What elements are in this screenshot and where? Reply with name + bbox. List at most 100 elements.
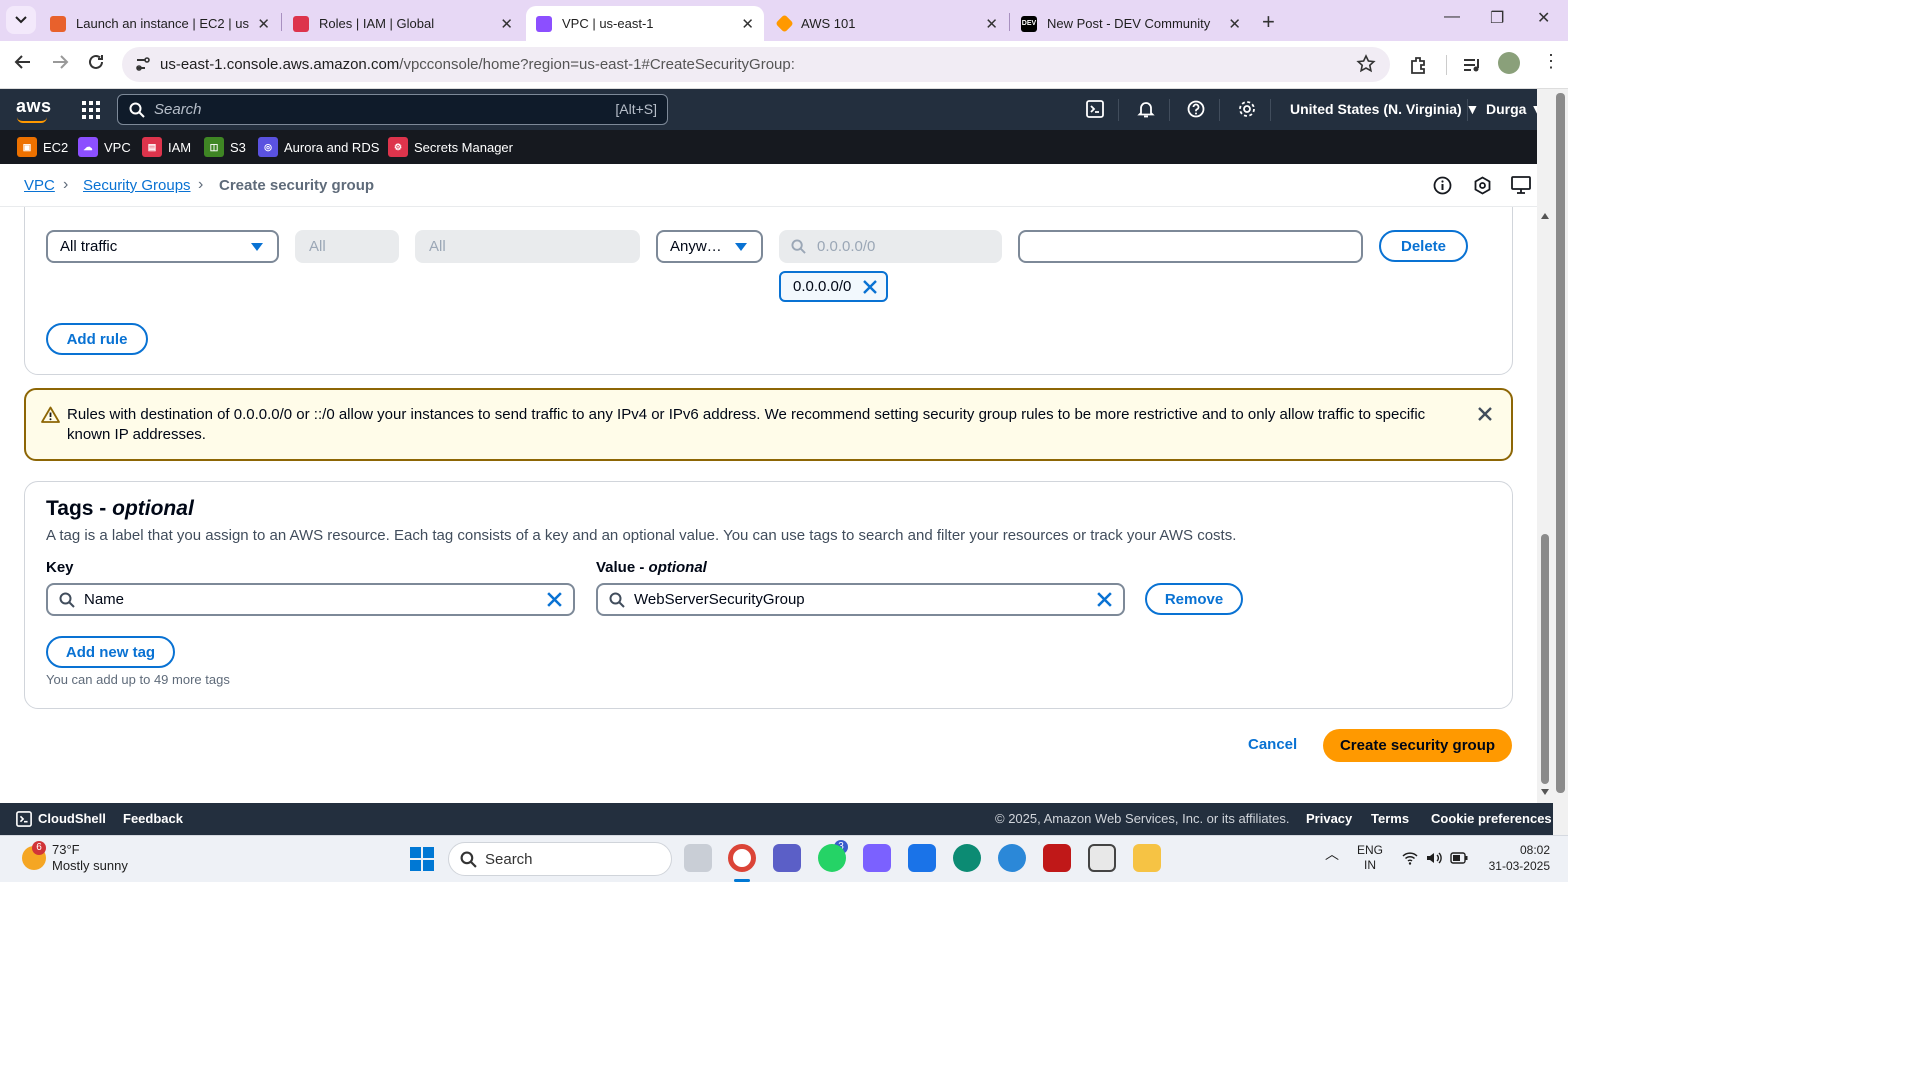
favorite-vpc[interactable]: ☁ VPC <box>78 137 131 157</box>
kebab-menu-icon[interactable]: ⋮ <box>1542 51 1560 72</box>
scroll-up-arrow-icon[interactable] <box>1541 213 1549 219</box>
destination-cidr-input[interactable]: 0.0.0.0/0 <box>779 230 1002 263</box>
monitor-icon[interactable] <box>1511 176 1531 195</box>
close-tab-icon[interactable]: ✕ <box>741 15 754 33</box>
forward-button[interactable] <box>51 53 69 76</box>
iam-icon: ▤ <box>142 137 162 157</box>
whatsapp-icon[interactable] <box>818 844 846 872</box>
chrome-icon[interactable] <box>728 844 756 872</box>
task-view-icon[interactable] <box>684 844 712 872</box>
browser-tab-aws101[interactable]: AWS 101 ✕ <box>768 6 1008 41</box>
tag-key-input[interactable]: Name <box>46 583 575 616</box>
cloudshell-link[interactable]: CloudShell <box>38 811 106 826</box>
mylp-app-icon[interactable] <box>908 844 936 872</box>
cloudshell-icon[interactable] <box>1086 100 1104 118</box>
browser-tab-dev[interactable]: DEV New Post - DEV Community ✕ <box>1011 6 1251 41</box>
close-icon[interactable] <box>863 280 877 294</box>
reload-button[interactable] <box>87 53 105 76</box>
rule-type-select[interactable]: All traffic <box>46 230 279 263</box>
language-indicator[interactable]: ENG IN <box>1357 843 1383 873</box>
close-tab-icon[interactable]: ✕ <box>257 15 270 33</box>
favorite-s3[interactable]: ◫ S3 <box>204 137 246 157</box>
tag-value-input[interactable]: WebServerSecurityGroup <box>596 583 1125 616</box>
extensions-icon[interactable] <box>1408 55 1428 75</box>
clear-icon[interactable] <box>1096 591 1113 608</box>
breadcrumb-security-groups-link[interactable]: Security Groups <box>83 177 191 194</box>
tab-search-button[interactable] <box>6 6 36 34</box>
add-rule-button[interactable]: Add rule <box>46 323 148 355</box>
aws-logo[interactable]: aws <box>16 96 52 123</box>
destination-type-select[interactable]: Anyw… <box>656 230 763 263</box>
mcafee-icon[interactable] <box>1043 844 1071 872</box>
scroll-down-arrow-icon[interactable] <box>1541 789 1549 795</box>
settings-hex-icon[interactable] <box>1473 176 1492 195</box>
bell-icon[interactable] <box>1137 100 1155 118</box>
page-scroll-thumb[interactable] <box>1556 93 1565 793</box>
delete-rule-button[interactable]: Delete <box>1379 230 1468 262</box>
clock-date: 31-03-2025 <box>1488 859 1550 873</box>
browser-tab-ec2[interactable]: Launch an instance | EC2 | us-ea ✕ <box>40 6 280 41</box>
browser-tab-vpc[interactable]: VPC | us-east-1 ✕ <box>526 6 764 41</box>
favorite-label: VPC <box>104 139 131 155</box>
terms-link[interactable]: Terms <box>1371 811 1409 826</box>
gear-icon[interactable] <box>1238 100 1256 118</box>
services-grid-icon[interactable] <box>82 101 100 119</box>
add-new-tag-button[interactable]: Add new tag <box>46 636 175 668</box>
content-scrollbar[interactable] <box>1537 89 1553 835</box>
restore-icon[interactable]: ❐ <box>1490 8 1504 28</box>
cookie-preferences-link[interactable]: Cookie preferences <box>1431 811 1552 826</box>
minimize-icon[interactable]: — <box>1444 8 1460 26</box>
bookmark-star-icon[interactable] <box>1356 54 1376 74</box>
favorite-ec2[interactable]: ▣ EC2 <box>17 137 68 157</box>
rule-description-input[interactable] <box>1018 230 1363 263</box>
help-icon[interactable] <box>1187 100 1205 118</box>
close-icon[interactable] <box>1477 406 1493 422</box>
cancel-button[interactable]: Cancel <box>1248 736 1297 753</box>
tab-divider <box>1009 13 1010 31</box>
copilot-icon[interactable] <box>863 844 891 872</box>
battery-icon[interactable] <box>1450 852 1468 864</box>
aws-search-input[interactable]: Search [Alt+S] <box>117 94 668 125</box>
volume-icon[interactable] <box>1426 851 1442 865</box>
page-scrollbar[interactable] <box>1553 89 1568 835</box>
wifi-icon[interactable] <box>1402 851 1418 865</box>
favorite-label: S3 <box>230 139 246 155</box>
favorite-label: EC2 <box>43 139 69 155</box>
feedback-link[interactable]: Feedback <box>123 811 183 826</box>
remove-tag-button[interactable]: Remove <box>1145 583 1243 615</box>
media-control-icon[interactable] <box>1462 55 1482 75</box>
region-selector[interactable]: United States (N. Virginia) ▼ <box>1290 101 1479 117</box>
header-divider <box>1219 99 1220 121</box>
privacy-link[interactable]: Privacy <box>1306 811 1352 826</box>
edge-icon[interactable] <box>953 844 981 872</box>
browser-tab-iam[interactable]: Roles | IAM | Global ✕ <box>283 6 523 41</box>
help-app-icon[interactable] <box>998 844 1026 872</box>
tray-chevron-up-icon[interactable]: ︿ <box>1325 847 1339 862</box>
new-tab-button[interactable]: + <box>1262 9 1275 35</box>
url-bar[interactable]: us-east-1.console.aws.amazon.com/vpccons… <box>122 47 1390 82</box>
create-security-group-button[interactable]: Create security group <box>1323 729 1512 762</box>
file-explorer-icon[interactable] <box>1133 844 1161 872</box>
store-icon[interactable] <box>1088 844 1116 872</box>
site-info-icon[interactable] <box>134 55 152 73</box>
favorite-aurora-rds[interactable]: ◎ Aurora and RDS <box>258 137 379 157</box>
profile-avatar[interactable] <box>1498 52 1520 74</box>
close-tab-icon[interactable]: ✕ <box>985 15 998 33</box>
system-clock[interactable]: 08:02 31-03-2025 <box>1480 842 1550 874</box>
windows-start-icon[interactable] <box>410 847 434 871</box>
cidr-placeholder: 0.0.0.0/0 <box>817 238 876 255</box>
scroll-thumb[interactable] <box>1541 534 1549 784</box>
taskbar-search[interactable]: Search <box>448 842 672 876</box>
clear-icon[interactable] <box>546 591 563 608</box>
close-window-icon[interactable]: ✕ <box>1537 8 1550 28</box>
close-tab-icon[interactable]: ✕ <box>1228 15 1241 33</box>
favorite-secrets-manager[interactable]: ⚙ Secrets Manager <box>388 137 513 157</box>
breadcrumb-vpc-link[interactable]: VPC <box>24 177 55 194</box>
back-button[interactable] <box>14 53 32 76</box>
info-icon[interactable] <box>1433 176 1452 195</box>
account-menu[interactable]: Durga ▼ <box>1486 101 1544 117</box>
search-icon <box>609 592 625 608</box>
close-tab-icon[interactable]: ✕ <box>500 15 513 33</box>
favorite-iam[interactable]: ▤ IAM <box>142 137 191 157</box>
teams-icon[interactable] <box>773 844 801 872</box>
